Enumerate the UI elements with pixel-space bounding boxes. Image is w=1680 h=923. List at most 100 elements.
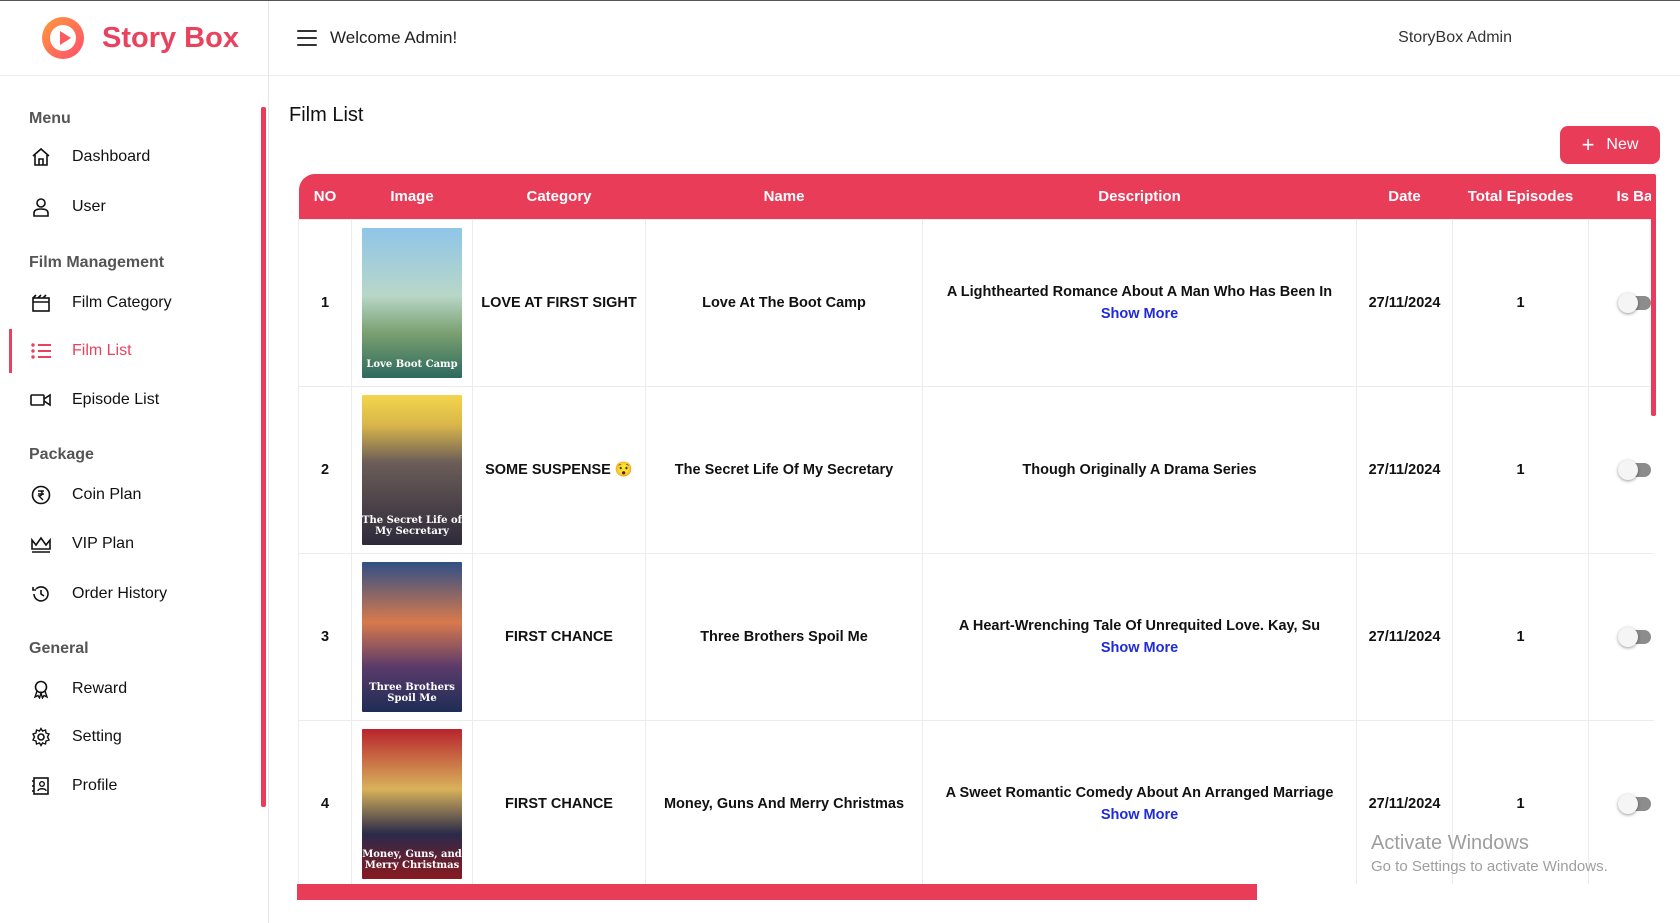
profile-card-icon [30,775,52,797]
row-no: 2 [298,385,352,554]
col-name[interactable]: Name [646,174,923,219]
col-image[interactable]: Image [352,174,473,219]
row-name: Love At The Boot Camp [645,218,923,387]
col-is-banner[interactable]: Is Banner [1589,174,1655,219]
sidebar-item-order-history[interactable]: Order History [0,572,255,616]
story-box-logo-icon [42,17,84,59]
table-header-row: NO Image Category Name Description Date … [298,174,1655,219]
brand-name: Story Box [102,21,239,54]
row-category: FIRST CHANCE [472,719,646,884]
row-date: 27/11/2024 [1356,552,1453,721]
sidebar-item-coin-plan[interactable]: Coin Plan [0,473,255,517]
banner-cell [1588,552,1654,721]
watermark-subtitle: Go to Settings to activate Windows. [1371,858,1608,875]
film-poster-image[interactable]: The Secret Life of My Secretary [362,394,462,545]
film-table-container: NO Image Category Name Description Date … [298,174,1654,884]
row-no: 4 [298,719,352,884]
show-more-link[interactable]: Show More [923,640,1356,656]
rupee-coin-icon [30,484,52,506]
banner-toggle[interactable] [1618,292,1651,313]
row-name: Money, Guns And Merry Christmas [645,719,923,884]
brand[interactable]: Story Box [0,1,268,76]
row-description: A Lighthearted Romance About A Man Who H… [922,218,1357,387]
sidebar-item-episode-list[interactable]: Episode List [0,378,255,422]
col-date[interactable]: Date [1357,174,1453,219]
row-no: 1 [298,218,352,387]
row-category: LOVE AT FIRST SIGHT [472,218,646,387]
plus-icon: + [1581,132,1595,157]
hamburger-menu-icon[interactable] [297,30,317,46]
film-poster-image[interactable]: Love Boot Camp [362,227,462,378]
sidebar-item-reward[interactable]: Reward [0,667,255,711]
banner-cell [1588,218,1654,387]
sidebar-item-setting[interactable]: Setting [0,715,255,759]
row-description: Though Originally A Drama Series [922,385,1357,554]
row-description: A Sweet Romantic Comedy About An Arrange… [922,719,1357,884]
row-episodes: 1 [1452,385,1589,554]
row-name: The Secret Life Of My Secretary [645,385,923,554]
banner-cell [1588,385,1654,554]
row-category: SOME SUSPENSE 😯 [472,385,646,554]
row-date: 27/11/2024 [1356,218,1453,387]
top-header: Welcome Admin! StoryBox Admin [270,1,1680,76]
sidebar-item-label: VIP Plan [72,535,134,552]
sidebar-item-label: Profile [72,777,118,794]
film-table: NO Image Category Name Description Date … [298,174,1654,884]
award-icon [30,678,52,700]
sidebar-item-vip-plan[interactable]: VIP Plan [0,522,255,566]
row-no: 3 [298,552,352,721]
clapperboard-icon [30,292,52,314]
sidebar-item-label: Setting [72,728,122,745]
film-poster-image[interactable]: Three Brothers Spoil Me [362,561,462,712]
welcome-text: Welcome Admin! [330,28,458,47]
sidebar-item-label: Dashboard [72,148,151,165]
banner-toggle[interactable] [1618,626,1651,647]
sidebar-item-label: Reward [72,680,128,697]
sidebar-item-label: Film Category [72,294,172,311]
history-icon [30,583,52,605]
home-icon [30,146,52,168]
sidebar-item-label: Coin Plan [72,486,142,503]
col-no[interactable]: NO [299,174,352,219]
watermark-title: Activate Windows [1371,832,1529,854]
poster-cell: Money, Guns, and Merry Christmas [351,719,473,884]
row-category: FIRST CHANCE [472,552,646,721]
poster-cell: The Secret Life of My Secretary [351,385,473,554]
table-row: 2 The Secret Life of My Secretary SOME S… [298,385,1654,554]
user-menu[interactable]: StoryBox Admin [1398,29,1512,47]
sidebar-item-user[interactable]: User [0,185,255,229]
sidebar-item-profile[interactable]: Profile [0,764,255,808]
table-horizontal-scrollbar[interactable] [297,884,1257,900]
section-general: General [29,640,89,657]
show-more-link[interactable]: Show More [923,807,1356,823]
col-description[interactable]: Description [923,174,1357,219]
sidebar: Story Box Menu Dashboard User Film Manag… [0,1,269,923]
sidebar-item-label: Order History [72,585,168,602]
sidebar-item-film-list[interactable]: Film List [0,329,255,373]
banner-toggle[interactable] [1618,459,1651,480]
film-poster-image[interactable]: Money, Guns, and Merry Christmas [362,728,462,879]
row-name: Three Brothers Spoil Me [645,552,923,721]
section-film-management: Film Management [29,254,165,271]
sidebar-item-label: Film List [72,342,132,359]
section-menu: Menu [29,110,71,127]
row-date: 27/11/2024 [1356,385,1453,554]
new-button-label: New [1606,136,1639,153]
user-icon [30,196,52,218]
gear-icon [30,726,52,748]
sidebar-item-film-category[interactable]: Film Category [0,281,255,325]
row-episodes: 1 [1452,218,1589,387]
table-vertical-scrollbar[interactable] [1651,174,1656,416]
col-total-episodes[interactable]: Total Episodes [1453,174,1589,219]
sidebar-item-dashboard[interactable]: Dashboard [0,135,255,179]
new-film-button[interactable]: + New [1560,126,1660,164]
col-category[interactable]: Category [473,174,646,219]
section-package: Package [29,446,94,463]
banner-toggle[interactable] [1618,793,1651,814]
poster-cell: Three Brothers Spoil Me [351,552,473,721]
row-episodes: 1 [1452,552,1589,721]
sidebar-scrollbar[interactable] [261,107,266,807]
page-title: Film List [289,104,364,126]
sidebar-item-label: User [72,198,106,215]
show-more-link[interactable]: Show More [923,306,1356,322]
